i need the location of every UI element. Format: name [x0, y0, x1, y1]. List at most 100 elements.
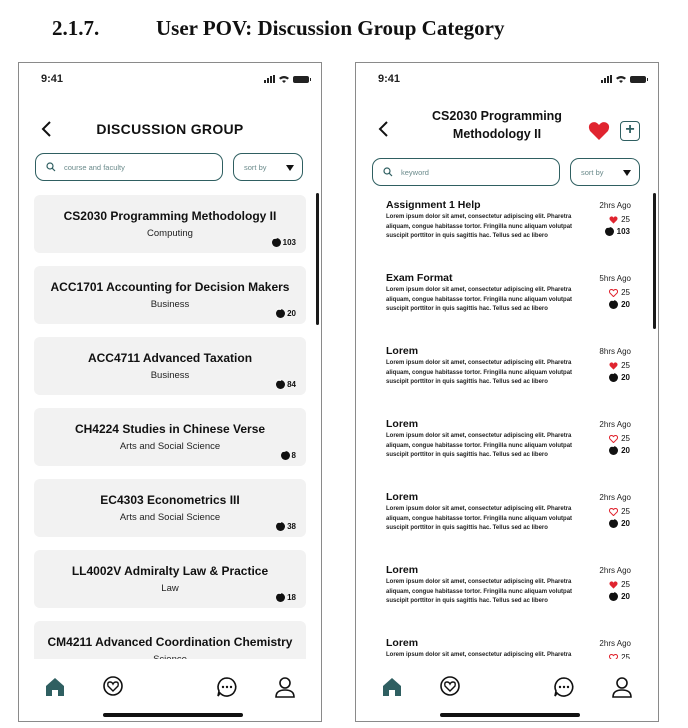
- post-item[interactable]: Lorem Lorem ipsum dolor sit amet, consect…: [386, 418, 636, 491]
- heart-filled-icon[interactable]: [609, 361, 618, 370]
- comment-count-value: 20: [621, 519, 630, 528]
- comment-icon: [604, 225, 614, 236]
- page-title: DISCUSSION GROUP: [96, 121, 244, 137]
- group-card[interactable]: CH4224 Studies in Chinese Verse Arts and …: [34, 408, 306, 466]
- comment-count-value: 8: [291, 451, 296, 460]
- caret-down-icon: [286, 165, 294, 171]
- wifi-icon: [279, 76, 289, 83]
- comment-count: 20: [276, 307, 296, 318]
- comment-icon: [276, 591, 286, 602]
- like-count[interactable]: 25: [609, 288, 630, 297]
- like-count[interactable]: 25: [609, 507, 630, 516]
- comment-count: 20: [609, 517, 630, 528]
- like-count[interactable]: 25: [609, 215, 630, 224]
- home-icon[interactable]: [43, 675, 67, 699]
- comment-count: 20: [609, 444, 630, 455]
- sort-label: sort by: [581, 167, 604, 177]
- battery-icon: [630, 75, 648, 83]
- comment-count: 38: [276, 520, 296, 531]
- home-icon[interactable]: [380, 675, 404, 699]
- comment-count: 8: [280, 449, 296, 460]
- group-card[interactable]: ACC1701 Accounting for Decision Makers Bu…: [34, 266, 306, 324]
- post-body: Lorem ipsum dolor sit amet, consectetur …: [386, 506, 573, 532]
- home-indicator: [440, 713, 580, 717]
- group-card[interactable]: ACC4711 Advanced Taxation Business 84: [34, 337, 306, 395]
- post-list: Assignment 1 Help Lorem ipsum dolor sit a…: [386, 199, 636, 665]
- post-item[interactable]: Lorem Lorem ipsum dolor sit amet, consect…: [386, 491, 636, 564]
- sort-dropdown[interactable]: sort by: [570, 158, 640, 186]
- group-name: CH4224 Studies in Chinese Verse: [74, 422, 266, 436]
- comment-icon: [609, 298, 619, 309]
- favorite-heart-icon[interactable]: [588, 121, 610, 141]
- comment-icon: [276, 520, 286, 531]
- post-time: 2hrs Ago: [599, 201, 631, 210]
- chat-icon[interactable]: [215, 675, 239, 699]
- comment-count-value: 20: [287, 309, 296, 318]
- heart-filled-icon[interactable]: [609, 580, 618, 589]
- like-count-value: 25: [621, 361, 630, 370]
- comment-count: 103: [271, 236, 296, 247]
- phone-discussion-groups: 9:41 DISCUSSION GROUP course and faculty…: [18, 62, 322, 722]
- comment-count-value: 103: [282, 238, 296, 247]
- comment-icon: [609, 444, 619, 455]
- add-post-button[interactable]: +: [620, 121, 640, 141]
- search-input[interactable]: keyword: [372, 158, 560, 186]
- post-body: Lorem ipsum dolor sit amet, consectetur …: [386, 579, 573, 605]
- group-name: ACC1701 Accounting for Decision Makers: [50, 280, 290, 294]
- comment-count: 20: [609, 298, 630, 309]
- comment-icon: [609, 590, 619, 601]
- comment-count-value: 103: [616, 227, 630, 236]
- group-name: EC4303 Econometrics III: [100, 493, 240, 507]
- sort-dropdown[interactable]: sort by: [233, 153, 303, 181]
- group-faculty: Computing: [147, 228, 193, 239]
- heart-outline-icon[interactable]: [609, 288, 619, 297]
- like-count[interactable]: 25: [609, 580, 630, 589]
- profile-icon[interactable]: [610, 675, 634, 699]
- search-placeholder: keyword: [401, 167, 429, 177]
- group-faculty: Arts and Social Science: [119, 512, 221, 523]
- post-item[interactable]: Lorem Lorem ipsum dolor sit amet, consect…: [386, 564, 636, 637]
- search-input[interactable]: course and faculty: [35, 153, 223, 181]
- heart-filled-icon[interactable]: [609, 215, 618, 224]
- tab-bar: [19, 659, 321, 721]
- post-item[interactable]: Assignment 1 Help Lorem ipsum dolor sit a…: [386, 199, 636, 272]
- group-list: CS2030 Programming Methodology II Computi…: [34, 195, 306, 665]
- like-count[interactable]: 25: [609, 361, 630, 370]
- scrollbar[interactable]: [316, 193, 319, 325]
- like-count-value: 25: [621, 288, 630, 297]
- post-time: 2hrs Ago: [599, 493, 631, 502]
- post-item[interactable]: Lorem Lorem ipsum dolor sit amet, consect…: [386, 345, 636, 418]
- post-item[interactable]: Exam Format Lorem ipsum dolor sit amet, c…: [386, 272, 636, 345]
- scrollbar[interactable]: [653, 193, 656, 329]
- post-body: Lorem ipsum dolor sit amet, consectetur …: [386, 214, 573, 240]
- heart-chat-icon[interactable]: [101, 675, 125, 699]
- group-card[interactable]: EC4303 Econometrics III Arts and Social S…: [34, 479, 306, 537]
- group-card[interactable]: CS2030 Programming Methodology II Computi…: [34, 195, 306, 253]
- heart-chat-icon[interactable]: [438, 675, 462, 699]
- comment-count: 84: [276, 378, 296, 389]
- comment-count-value: 38: [287, 522, 296, 531]
- group-faculty: Arts and Social Science: [119, 441, 221, 452]
- section-number: 2.1.7.: [52, 16, 100, 40]
- back-arrow-icon[interactable]: [376, 121, 392, 137]
- heart-outline-icon[interactable]: [609, 507, 619, 516]
- group-name: CS2030 Programming Methodology II: [63, 209, 277, 223]
- heart-outline-icon[interactable]: [609, 434, 619, 443]
- group-faculty: Business: [150, 299, 190, 310]
- group-faculty: Law: [161, 583, 179, 594]
- comment-count: 20: [609, 371, 630, 382]
- post-body: Lorem ipsum dolor sit amet, consectetur …: [386, 287, 573, 313]
- profile-icon[interactable]: [273, 675, 297, 699]
- comment-count-value: 20: [621, 446, 630, 455]
- post-time: 2hrs Ago: [599, 639, 631, 648]
- comment-count: 18: [276, 591, 296, 602]
- comment-count: 103: [604, 225, 630, 236]
- like-count[interactable]: 25: [609, 434, 630, 443]
- chat-icon[interactable]: [552, 675, 576, 699]
- signal-icon: [601, 75, 612, 83]
- comment-count-value: 18: [287, 593, 296, 602]
- home-indicator: [103, 713, 243, 717]
- group-card[interactable]: LL4002V Admiralty Law & Practice Law 18: [34, 550, 306, 608]
- wifi-icon: [616, 76, 626, 83]
- battery-icon: [293, 75, 311, 83]
